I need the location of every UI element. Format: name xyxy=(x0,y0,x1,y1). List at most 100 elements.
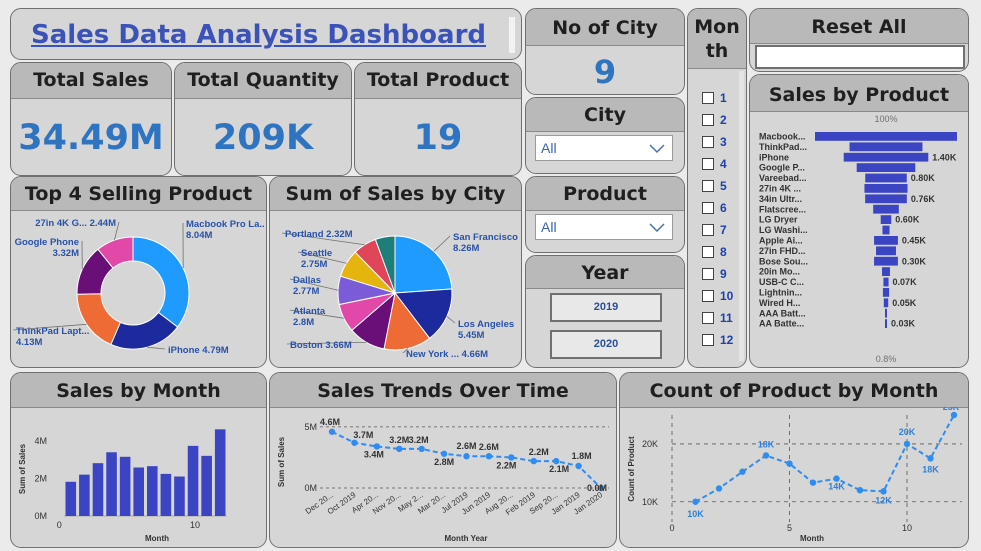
month-option-label: 12 xyxy=(720,332,734,347)
pie-label-name: ThinkPad Lapt... xyxy=(16,326,89,337)
checkbox-icon[interactable] xyxy=(702,267,714,280)
funnel-data-label: 0.30K xyxy=(902,256,927,266)
sales-by-product-title: Sales by Product xyxy=(750,75,968,112)
trend-data-label: 2.2M xyxy=(496,460,516,470)
count-point xyxy=(786,460,793,467)
checkbox-icon[interactable] xyxy=(702,333,714,346)
y-tick-label: 20K xyxy=(642,439,658,449)
checkbox-icon[interactable] xyxy=(702,135,714,148)
reset-all-card: Reset All xyxy=(749,8,969,72)
funnel-bar xyxy=(874,236,898,245)
y-axis-title: Sum of Sales xyxy=(18,443,27,494)
month-bar xyxy=(119,456,131,516)
month-option-label: 4 xyxy=(720,156,727,171)
product-dropdown[interactable]: All xyxy=(535,214,673,240)
count-point xyxy=(927,455,934,462)
month-bar xyxy=(174,476,185,516)
funnel-data-label: 0.07K xyxy=(893,277,918,287)
month-option-10[interactable]: 10 xyxy=(702,288,733,304)
funnel-category-label: Macbook... xyxy=(759,132,806,142)
checkbox-icon[interactable] xyxy=(702,311,714,324)
month-option-6[interactable]: 6 xyxy=(702,200,727,216)
pie-slice xyxy=(132,236,190,328)
checkbox-icon[interactable] xyxy=(702,113,714,126)
month-option-label: 2 xyxy=(720,112,727,127)
month-option-11[interactable]: 11 xyxy=(702,310,733,326)
total-product-value: 19 xyxy=(413,118,463,158)
funnel-category-label: 27in FHD... xyxy=(759,246,806,256)
month-option-12[interactable]: 12 xyxy=(702,332,733,348)
funnel-bar xyxy=(865,194,907,204)
checkbox-icon[interactable] xyxy=(702,289,714,302)
checkbox-icon[interactable] xyxy=(702,179,714,192)
pie-data-label: 27in 4K G... 2.44M xyxy=(35,218,116,229)
trend-data-label: 2.8M xyxy=(434,457,454,467)
y-tick-label: 2M xyxy=(34,473,47,483)
month-bar xyxy=(147,466,158,516)
checkbox-icon[interactable] xyxy=(702,157,714,170)
funnel-category-label: LG Dryer xyxy=(759,215,798,225)
product-filter-label: Product xyxy=(526,177,684,211)
month-option-2[interactable]: 2 xyxy=(702,112,727,128)
pie-data-label: Dallas 2.77M xyxy=(293,275,321,297)
count-point xyxy=(739,468,746,475)
funnel-bar xyxy=(865,173,907,183)
pie-label-value: 2.77M xyxy=(293,286,319,297)
funnel-bar xyxy=(882,288,890,297)
trend-point xyxy=(575,462,582,470)
pie-data-label: Portland 2.32M xyxy=(285,229,353,240)
pie-label-value: 4.13M xyxy=(16,337,42,348)
month-option-4[interactable]: 4 xyxy=(702,156,727,172)
month-option-9[interactable]: 9 xyxy=(702,266,727,282)
count-of-product-title: Count of Product by Month xyxy=(620,373,968,408)
month-option-3[interactable]: 3 xyxy=(702,134,727,150)
pie-label-name: Dallas xyxy=(293,275,321,286)
year-option-2019[interactable]: 2019 xyxy=(550,293,662,322)
checkbox-icon[interactable] xyxy=(702,245,714,258)
funnel-top-label: 100% xyxy=(874,114,897,124)
sales-trends-line-chart: 0M5M4.6M3.7M3.4M3.2M 3.2M2.8M2.6M 2.6M2.2M… xyxy=(277,417,609,543)
funnel-category-label: Vareebad... xyxy=(759,173,807,183)
city-dropdown[interactable]: All xyxy=(535,135,673,161)
total-product-label: Total Product xyxy=(355,63,521,99)
checkbox-icon[interactable] xyxy=(702,201,714,214)
x-tick-label: 0 xyxy=(669,523,674,533)
year-option-2020[interactable]: 2020 xyxy=(550,330,662,359)
month-option-label: 5 xyxy=(720,178,727,193)
y-axis-title: Sum of Sales xyxy=(277,436,286,487)
funnel-bar xyxy=(849,142,923,152)
sum-of-sales-by-city-title: Sum of Sales by City xyxy=(270,177,521,211)
month-option-5[interactable]: 5 xyxy=(702,178,727,194)
pie-label-value: 3.32M xyxy=(53,248,79,259)
trend-data-label: 3.2M xyxy=(409,435,429,445)
product-filter-card: Product All xyxy=(525,176,685,253)
page-title[interactable]: Sales Data Analysis Dashboard xyxy=(11,9,506,59)
pie-data-label: Los Angeles 5.45M xyxy=(458,319,514,341)
month-filter-label-line1: Mon xyxy=(694,16,740,38)
pie-label-value: 2.8M xyxy=(293,317,314,328)
pie-label-name: San Francisco xyxy=(453,232,518,243)
month-bar xyxy=(65,481,77,516)
month-option-1[interactable]: 1 xyxy=(702,90,727,106)
sales-by-month-chart: 0M 2M 4M 0 10 Month Sum of Sales xyxy=(18,429,227,543)
reset-all-button[interactable] xyxy=(755,45,965,69)
count-point xyxy=(692,498,699,505)
month-option-8[interactable]: 8 xyxy=(702,244,727,260)
checkbox-icon[interactable] xyxy=(702,223,714,236)
pie-data-label: Macbook Pro La... 8.04M xyxy=(186,219,265,241)
month-option-7[interactable]: 7 xyxy=(702,222,727,238)
sum-of-sales-by-city-card: Sum of Sales by City San Francisco 8.26M L… xyxy=(269,176,522,368)
year-filter-label: Year xyxy=(526,256,684,289)
y-tick-label: 0M xyxy=(304,483,317,493)
total-sales-label: Total Sales xyxy=(11,63,171,99)
trend-point xyxy=(418,445,425,453)
count-data-label: 18K xyxy=(758,439,775,449)
month-scrollbar[interactable] xyxy=(739,71,744,361)
funnel-category-label: 34in Ultr... xyxy=(759,194,802,204)
month-option-label: 8 xyxy=(720,244,727,259)
title-scrollbar[interactable] xyxy=(509,17,515,53)
trend-data-label: 2.1M xyxy=(549,464,569,474)
trend-point xyxy=(328,428,336,435)
checkbox-icon[interactable] xyxy=(702,91,714,104)
month-bar xyxy=(79,474,90,516)
